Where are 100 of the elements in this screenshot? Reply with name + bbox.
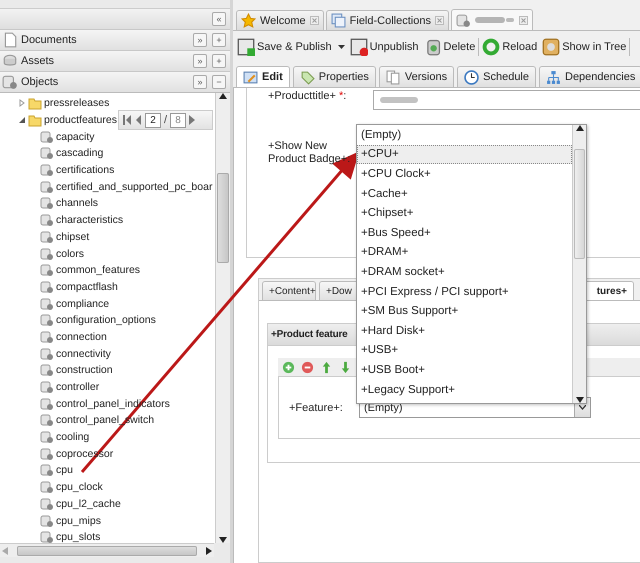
page-field[interactable]: 2 [145, 112, 161, 128]
previous-page-icon[interactable] [135, 115, 142, 125]
scroll-up-icon[interactable] [576, 125, 584, 131]
tree-item[interactable]: characteristics [56, 214, 124, 226]
tree-item[interactable]: controller [56, 381, 100, 394]
tree-item[interactable]: configuration_options [56, 314, 156, 326]
toolbar-button[interactable]: Delete [422, 38, 478, 56]
vertical-scrollbar[interactable] [215, 93, 230, 543]
tree-item[interactable]: common_features [56, 264, 140, 276]
edit-icon [243, 70, 258, 84]
chevron-down-icon [579, 405, 586, 410]
close-icon[interactable] [310, 16, 319, 25]
accordion-header[interactable]: Documents » + [0, 29, 230, 50]
required-mark: * [338, 90, 344, 103]
accordion-label: Documents [21, 34, 78, 46]
title-input[interactable] [373, 90, 640, 110]
tree-item[interactable]: colors [56, 248, 84, 260]
tag-icon [300, 70, 315, 84]
blurred-value-drawing [380, 96, 420, 104]
tree-item[interactable]: compactflash [56, 280, 118, 293]
expanded-triangle-icon[interactable] [18, 116, 26, 124]
tree-item[interactable]: cpu_mips [56, 514, 101, 527]
first-page-icon[interactable] [123, 115, 132, 125]
tree-item[interactable]: productfeatures [44, 114, 117, 126]
scroll-thumb[interactable] [17, 546, 197, 556]
label-colon: : [343, 90, 346, 103]
tab-label: Field-Collections [350, 14, 431, 26]
editor-tab[interactable]: Schedule [457, 66, 536, 87]
close-icon[interactable] [518, 16, 528, 24]
tree-item[interactable]: cascading [56, 147, 104, 160]
scroll-right-icon[interactable] [206, 546, 212, 554]
tree-item[interactable]: cooling [56, 431, 90, 444]
dropdown-option[interactable]: (Empty) [357, 125, 572, 145]
collapse-button[interactable]: « [212, 12, 226, 26]
document-tab[interactable] [450, 9, 533, 30]
tree-item[interactable]: pressreleases [44, 97, 110, 110]
expand-button[interactable]: » [193, 33, 207, 47]
accordion-header[interactable]: Objects » − [0, 71, 230, 92]
field-label: +Producttitle+ [268, 90, 337, 103]
toolbar-button[interactable]: Show in Tree [540, 38, 628, 56]
remove-icon[interactable] [301, 360, 314, 374]
pages-icon [386, 70, 401, 84]
expand-button[interactable]: » [193, 54, 207, 68]
folder-icon [28, 96, 42, 110]
editor-tab[interactable]: Dependencies [539, 66, 640, 87]
clock-icon [464, 70, 480, 84]
tree-item[interactable]: cpu [56, 464, 73, 476]
tree-item[interactable]: compliance [56, 298, 110, 310]
toolbar-button[interactable]: Reload [480, 38, 540, 56]
tree-item[interactable]: chipset [56, 230, 90, 243]
section-tab[interactable]: +Content+ [262, 281, 316, 300]
accordion-label: Assets [21, 55, 56, 67]
tree-item[interactable]: construction [56, 364, 113, 376]
next-page-icon[interactable] [189, 115, 196, 125]
blurred-label-drawing [474, 16, 515, 24]
tree-item[interactable]: cpu_clock [56, 481, 103, 494]
tree-item[interactable]: channels [56, 197, 98, 210]
scroll-thumb[interactable] [217, 173, 229, 263]
field-label: +Feature+: [289, 402, 344, 414]
scroll-down-icon[interactable] [219, 537, 227, 543]
tree-item[interactable]: capacity [56, 130, 95, 143]
folder-icon [28, 113, 42, 128]
scroll-down-icon[interactable] [576, 397, 584, 403]
caret-icon [338, 45, 345, 49]
editor-tab[interactable]: Properties [292, 66, 376, 87]
document-tab[interactable]: Welcome [236, 10, 324, 30]
tree-item[interactable]: certifications [56, 164, 114, 176]
dropdown-option[interactable]: +CPU+ [357, 144, 572, 164]
tree-item[interactable]: certified_and_supported_pc_boar [56, 180, 212, 193]
accordion-action-button[interactable]: − [212, 75, 226, 89]
close-icon[interactable] [434, 16, 444, 25]
up-arrow-icon[interactable] [320, 360, 333, 374]
horizontal-scrollbar[interactable] [0, 543, 214, 557]
add-icon[interactable] [282, 360, 295, 374]
tree-item[interactable]: cpu_slots [56, 531, 100, 543]
scroll-left-icon[interactable] [2, 546, 8, 554]
accordion-action-button[interactable]: + [212, 33, 226, 47]
editor-tab[interactable]: Edit [236, 66, 290, 87]
scroll-thumb[interactable] [574, 149, 585, 259]
document-tab[interactable]: Field-Collections [326, 10, 449, 30]
hierarchy-icon [546, 70, 561, 84]
tab-label: Welcome [260, 14, 306, 26]
magnifier-icon [542, 38, 560, 56]
toolbar-button[interactable]: Save & Publish [235, 38, 347, 56]
dropdown-scrollbar[interactable] [572, 125, 586, 403]
toolbar-button[interactable]: Unpublish [348, 38, 421, 56]
tree-item[interactable]: cpu_l2_cache [56, 498, 121, 510]
expand-button[interactable]: » [193, 75, 207, 89]
accordion-label: Objects [21, 76, 60, 88]
reload-icon [482, 38, 500, 56]
tree-item[interactable]: connection [56, 330, 107, 343]
accordion-action-button[interactable]: + [212, 54, 226, 68]
down-arrow-icon[interactable] [339, 360, 352, 374]
document-icon [2, 32, 18, 48]
tree-item[interactable]: connectivity [56, 348, 111, 360]
collapsed-triangle-icon[interactable] [18, 99, 26, 108]
editor-tab[interactable]: Versions [378, 66, 454, 87]
accordion-header[interactable]: Assets » + [0, 50, 230, 71]
page-separator: / [164, 114, 168, 126]
star-icon [241, 13, 256, 28]
